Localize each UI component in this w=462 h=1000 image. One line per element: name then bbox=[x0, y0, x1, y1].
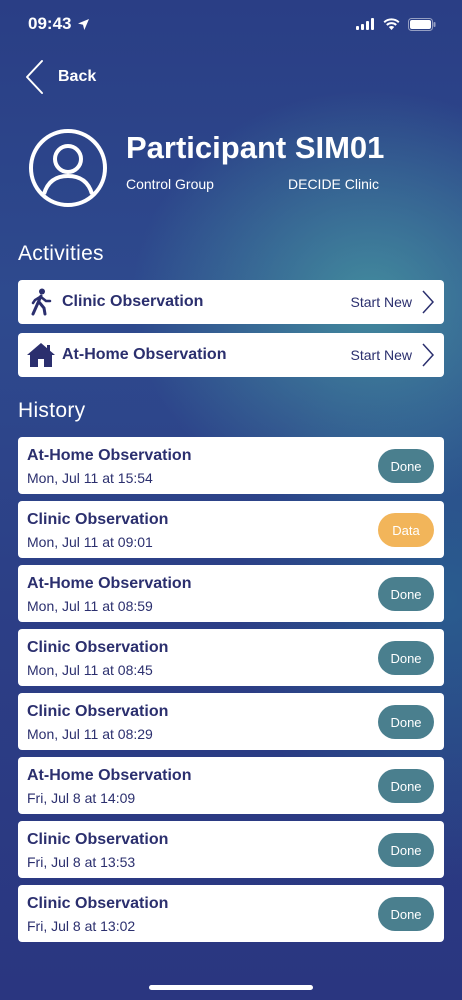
back-label: Back bbox=[58, 68, 97, 85]
history-item[interactable]: At-Home Observation Fri, Jul 8 at 14:09 Do… bbox=[18, 757, 444, 814]
history-item[interactable]: Clinic Observation Fri, Jul 8 at 13:53 Don… bbox=[18, 821, 444, 878]
history-item-title: At-Home Observation bbox=[27, 575, 192, 592]
history-list[interactable]: At-Home Observation Mon, Jul 11 at 15:54 D… bbox=[18, 437, 444, 963]
status-badge[interactable]: Done bbox=[378, 449, 434, 483]
start-new-label: Start New bbox=[350, 347, 412, 363]
activity-at-home-observation[interactable]: At-Home Observation Start New bbox=[18, 333, 444, 377]
history-item-title: Clinic Observation bbox=[27, 703, 169, 720]
status-badge[interactable]: Done bbox=[378, 705, 434, 739]
history-item[interactable]: Clinic Observation Mon, Jul 11 at 08:45 Do… bbox=[18, 629, 444, 686]
status-badge[interactable]: Done bbox=[378, 577, 434, 611]
status-bar: 09:43 bbox=[0, 0, 462, 48]
status-badge[interactable]: Done bbox=[378, 833, 434, 867]
wifi-icon bbox=[383, 18, 400, 30]
history-item-date: Fri, Jul 8 at 13:02 bbox=[27, 918, 136, 934]
chevron-right-icon bbox=[422, 290, 434, 314]
history-item-date: Fri, Jul 8 at 14:09 bbox=[27, 790, 136, 806]
history-item[interactable]: At-Home Observation Mon, Jul 11 at 15:54 D… bbox=[18, 437, 444, 494]
walking-person-icon bbox=[26, 287, 56, 317]
clock-text: 09:43 bbox=[28, 14, 72, 33]
status-time: 09:43 bbox=[28, 14, 90, 34]
status-badge[interactable]: Done bbox=[378, 641, 434, 675]
history-item-title: At-Home Observation bbox=[27, 767, 192, 784]
history-item-date: Mon, Jul 11 at 08:29 bbox=[27, 726, 153, 742]
participant-group: Control Group bbox=[126, 176, 214, 192]
activity-clinic-observation[interactable]: Clinic Observation Start New bbox=[18, 280, 444, 324]
activity-label: Clinic Observation bbox=[62, 293, 204, 310]
history-item-date: Mon, Jul 11 at 08:45 bbox=[27, 662, 153, 678]
cellular-signal-icon bbox=[356, 18, 374, 30]
user-avatar-icon bbox=[29, 129, 107, 207]
battery-icon bbox=[408, 17, 436, 31]
history-item-date: Mon, Jul 11 at 08:59 bbox=[27, 598, 153, 614]
history-item-date: Mon, Jul 11 at 15:54 bbox=[27, 470, 153, 486]
status-badge[interactable]: Done bbox=[378, 769, 434, 803]
chevron-left-icon bbox=[26, 60, 43, 94]
history-item-title: Clinic Observation bbox=[27, 639, 169, 656]
history-item-title: Clinic Observation bbox=[27, 511, 169, 528]
history-item[interactable]: Clinic Observation Mon, Jul 11 at 09:01 Da… bbox=[18, 501, 444, 558]
history-item-title: Clinic Observation bbox=[27, 895, 169, 912]
history-item-title: At-Home Observation bbox=[27, 447, 192, 464]
location-arrow-icon bbox=[78, 18, 90, 30]
home-icon bbox=[26, 340, 56, 370]
participant-title: Participant SIM01 bbox=[126, 130, 385, 165]
activities-heading: Activities bbox=[18, 242, 104, 265]
status-badge[interactable]: Data bbox=[378, 513, 434, 547]
home-indicator[interactable] bbox=[149, 985, 313, 990]
history-item[interactable]: Clinic Observation Fri, Jul 8 at 13:02 Don… bbox=[18, 885, 444, 942]
start-new-label: Start New bbox=[350, 294, 412, 310]
history-item-date: Fri, Jul 8 at 13:53 bbox=[27, 854, 136, 870]
status-badge[interactable]: Done bbox=[378, 897, 434, 931]
chevron-right-icon bbox=[422, 343, 434, 367]
back-button[interactable]: Back bbox=[24, 58, 96, 96]
history-heading: History bbox=[18, 399, 86, 422]
status-icons bbox=[356, 17, 436, 31]
activity-label: At-Home Observation bbox=[62, 346, 227, 363]
history-item-date: Mon, Jul 11 at 09:01 bbox=[27, 534, 153, 550]
history-item-title: Clinic Observation bbox=[27, 831, 169, 848]
history-item[interactable]: Clinic Observation Mon, Jul 11 at 08:29 Do… bbox=[18, 693, 444, 750]
participant-clinic: DECIDE Clinic bbox=[288, 176, 380, 192]
history-item[interactable]: At-Home Observation Mon, Jul 11 at 08:59 D… bbox=[18, 565, 444, 622]
